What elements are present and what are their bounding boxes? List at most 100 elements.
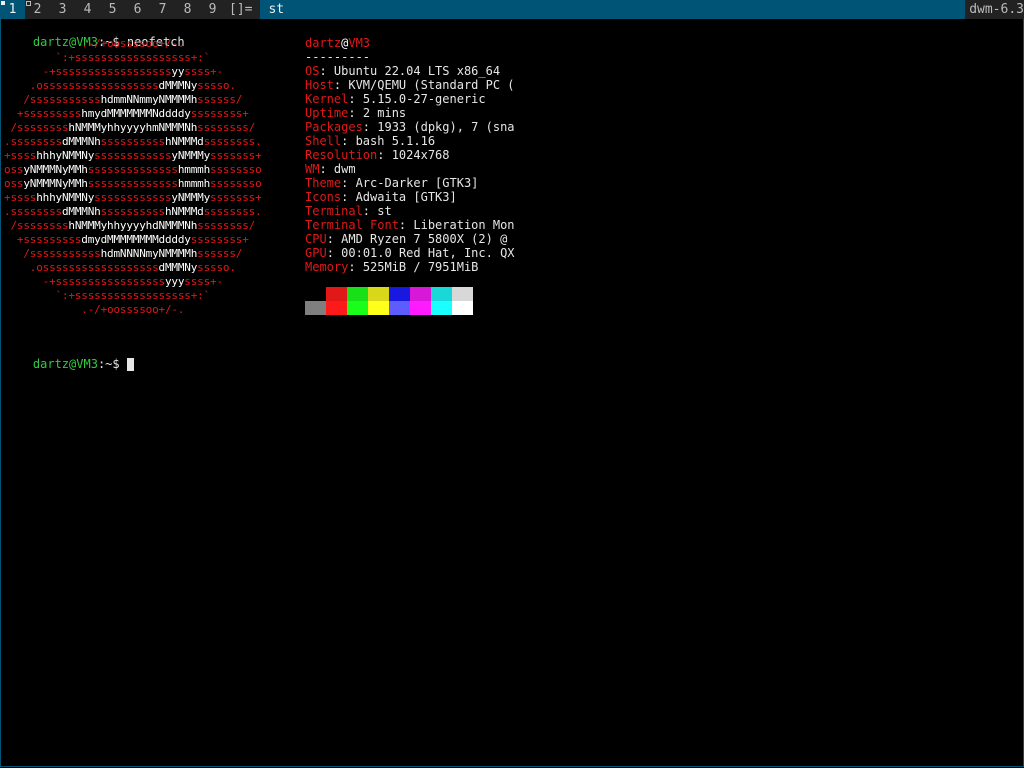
info-field: Packages: 1933 (dpkg), 7 (sna xyxy=(305,120,515,134)
window-title: st xyxy=(260,0,966,19)
tag-2[interactable]: 2 xyxy=(25,0,50,19)
color-swatch xyxy=(305,301,326,315)
tag-4[interactable]: 4 xyxy=(75,0,100,19)
tag-3[interactable]: 3 xyxy=(50,0,75,19)
status-text: dwm-6.3 xyxy=(969,2,1024,17)
info-value: Adwaita [GTK3] xyxy=(355,190,457,204)
info-key: Uptime xyxy=(305,106,349,120)
info-header: dartz@VM3 xyxy=(305,36,371,50)
layout-indicator[interactable]: []= xyxy=(225,0,260,19)
prompt-sep: :~$ xyxy=(97,357,127,371)
color-swatch xyxy=(389,301,410,315)
info-field: GPU: 00:01.0 Red Hat, Inc. QX xyxy=(305,246,515,260)
tag-1[interactable]: 1 xyxy=(0,0,25,19)
prompt-host: VM3 xyxy=(76,357,98,371)
info-key: Terminal Font xyxy=(305,218,399,232)
prompt-user: dartz xyxy=(32,357,70,371)
info-sep: : xyxy=(319,64,334,78)
info-value: AMD Ryzen 7 5800X (2) @ xyxy=(341,232,508,246)
color-swatch xyxy=(347,287,368,301)
info-sep: : xyxy=(319,162,334,176)
info-sep: : xyxy=(348,106,363,120)
info-field: CPU: AMD Ryzen 7 5800X (2) @ xyxy=(305,232,515,246)
tag-8[interactable]: 8 xyxy=(175,0,200,19)
info-key: Terminal xyxy=(305,204,363,218)
info-field: Icons: Adwaita [GTK3] xyxy=(305,190,515,204)
info-value: 5.15.0-27-generic xyxy=(362,92,486,106)
color-swatch xyxy=(305,287,326,301)
text-cursor xyxy=(126,358,134,371)
color-palette xyxy=(305,287,473,315)
info-field: Theme: Arc-Darker [GTK3] xyxy=(305,176,515,190)
logo-line: -+ssssssssssssssssssyyssss+- xyxy=(42,65,223,78)
color-swatch xyxy=(389,287,410,301)
info-sep: : xyxy=(377,148,392,162)
logo-line: ossyNMMMNyMMhsssssssssssssshmmmhssssssso xyxy=(4,177,262,190)
logo-line: .ossssssssssssssssssdMMMNysssso. xyxy=(29,261,236,274)
info-value: 1024x768 xyxy=(391,148,450,162)
info-value: Ubuntu 22.04 LTS x86_64 xyxy=(333,64,501,78)
logo-line: ossyNMMMNyMMhsssssssssssssshmmmhssssssso xyxy=(4,163,262,176)
info-sep: : xyxy=(348,92,363,106)
color-swatch xyxy=(410,301,431,315)
info-sep: : xyxy=(341,190,356,204)
dwm-bar: 1 2 3 4 5 6 7 8 9 []= st dwm-6.3 xyxy=(0,0,1024,19)
info-key: Memory xyxy=(305,260,349,274)
system-info: dartz@VM3 --------- OS: Ubuntu 22.04 LTS… xyxy=(305,36,515,274)
info-underline: --------- xyxy=(305,50,371,64)
occupied-indicator xyxy=(1,1,5,5)
color-swatch xyxy=(431,301,452,315)
color-swatch xyxy=(326,287,347,301)
logo-line: +sssssssssdmydMMMMMMMMddddyssssssss+ xyxy=(16,233,249,246)
prompt-line[interactable]: dartz@VM3:~$ xyxy=(4,343,134,371)
info-value: Liberation Mon xyxy=(413,218,515,232)
logo-line: /sssssssshNMMMyhhyyyyhmNMMMNhssssssss/ xyxy=(10,121,256,134)
color-swatch xyxy=(431,287,452,301)
info-key: Icons xyxy=(305,190,342,204)
info-value: dwm xyxy=(333,162,356,176)
info-value: 525MiB / 7951MiB xyxy=(362,260,479,274)
tag-9[interactable]: 9 xyxy=(200,0,225,19)
logo-line: `:+ssssssssssssssssss+:` xyxy=(55,51,211,64)
terminal-window[interactable]: dartz@VM3:~$ neofetch .-/+oossssoo+/-. `… xyxy=(0,19,1024,767)
info-field: Terminal Font: Liberation Mon xyxy=(305,218,515,232)
info-sep: : xyxy=(326,232,342,246)
info-value: Arc-Darker [GTK3] xyxy=(355,176,479,190)
logo-line: .ssssssssdMMMNhsssssssssshNMMMdssssssss. xyxy=(4,135,262,148)
logo-line: +sssshhhyNMMNyssssssssssssyNMMMysssssss+ xyxy=(4,149,262,162)
color-swatch xyxy=(410,287,431,301)
info-key: WM xyxy=(305,162,320,176)
logo-line: /sssssssshNMMMyhhyyyyhdNMMMNhssssssss/ xyxy=(10,219,256,232)
color-swatch xyxy=(452,301,473,315)
info-sep: : xyxy=(341,134,356,148)
info-field: Resolution: 1024x768 xyxy=(305,148,515,162)
info-field: Memory: 525MiB / 7951MiB xyxy=(305,260,515,274)
logo-line: .ossssssssssssssssssdMMMNysssso. xyxy=(29,79,236,92)
tag-6[interactable]: 6 xyxy=(125,0,150,19)
color-swatch xyxy=(326,301,347,315)
logo-line: `:+ssssssssssssssssss+:` xyxy=(55,289,211,302)
info-sep: : xyxy=(362,204,378,218)
info-value: 2 mins xyxy=(362,106,407,120)
info-sep: : xyxy=(348,260,363,274)
occupied-indicator xyxy=(26,1,31,6)
palette-row-normal xyxy=(305,287,473,301)
tag-5[interactable]: 5 xyxy=(100,0,125,19)
color-swatch xyxy=(368,301,389,315)
info-sep: : xyxy=(333,78,349,92)
logo-line: .-/+oossssoo+/-. xyxy=(81,37,185,50)
info-field: Terminal: st xyxy=(305,204,515,218)
info-key: Theme xyxy=(305,176,342,190)
info-field: WM: dwm xyxy=(305,162,515,176)
tag-7[interactable]: 7 xyxy=(150,0,175,19)
info-field: Uptime: 2 mins xyxy=(305,106,515,120)
logo-line: +ssssssssshmydMMMMMMMNddddyssssssss+ xyxy=(16,107,249,120)
color-swatch xyxy=(452,287,473,301)
info-value: st xyxy=(377,204,392,218)
info-key: Packages xyxy=(305,120,363,134)
info-value: bash 5.1.16 xyxy=(355,134,436,148)
logo-line: +sssshhhyNMMNyssssssssssssyNMMMysssssss+ xyxy=(4,191,262,204)
logo-line: -+sssssssssssssssssyyyssss+- xyxy=(42,275,223,288)
palette-row-bright xyxy=(305,301,473,315)
color-swatch xyxy=(347,301,368,315)
